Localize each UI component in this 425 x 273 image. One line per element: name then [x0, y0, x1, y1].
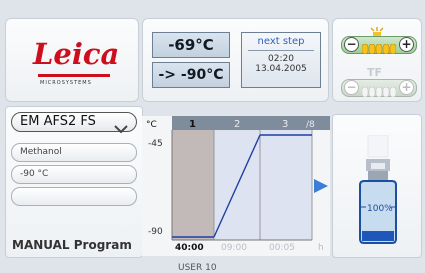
medium-field[interactable]: Methanol	[11, 143, 137, 162]
next-step-time: 02:20	[268, 54, 294, 64]
next-step-label: next step	[257, 36, 305, 47]
step-2-label: 2	[234, 119, 240, 130]
empty-field[interactable]	[11, 187, 137, 206]
bottle-icon	[355, 134, 401, 257]
step-3-duration: 00:05	[269, 243, 295, 253]
tf-label: TF	[367, 66, 383, 79]
chevron-down-icon	[114, 118, 128, 137]
temperature-panel: -69°C -> -90°C next step 02:20 13.04.200…	[142, 18, 329, 102]
leica-logo-subtitle: MICROSYSTEMS	[40, 80, 92, 86]
time-unit-label: h	[318, 243, 324, 253]
tf-increase-button[interactable]: +	[399, 80, 414, 95]
step-1-duration: 40:00	[175, 243, 204, 253]
light-control-panel: − + TF − +	[332, 18, 422, 102]
step-1-label: 1	[189, 119, 196, 130]
program-info-panel: EM AFS2 FS Methanol -90 °C MANUAL Progra…	[5, 106, 143, 258]
device-model-label: EM AFS2 FS	[20, 114, 96, 129]
logo-panel: Leica MICROSYSTEMS	[5, 18, 139, 102]
tf-level-indicator	[361, 82, 397, 101]
next-step-date: 13.04.2005	[255, 64, 307, 74]
tf-decrease-button[interactable]: −	[344, 80, 359, 95]
target-temperature: -> -90°C	[152, 62, 230, 88]
lamp-icon	[369, 22, 385, 37]
reservoir-panel: 100%	[332, 114, 422, 258]
leica-logo-underline	[38, 74, 110, 77]
current-temperature: -69°C	[152, 32, 230, 58]
light-increase-button[interactable]: +	[399, 37, 414, 52]
y-axis-top-label: -45	[148, 139, 163, 149]
y-axis-bottom-label: -90	[148, 227, 163, 237]
next-step-box[interactable]: next step 02:20 13.04.2005	[241, 32, 321, 88]
chart-unit-label: °C	[146, 120, 157, 130]
leica-logo: Leica	[33, 37, 120, 71]
next-step-divider	[248, 50, 314, 51]
light-level-indicator	[361, 39, 397, 58]
temperature-field[interactable]: -90 °C	[11, 165, 137, 184]
reservoir-level: 100%	[367, 204, 393, 214]
step-total-label: /8	[306, 120, 315, 130]
step-2-duration: 09:00	[221, 243, 247, 253]
mode-label: MANUAL Program	[12, 238, 132, 252]
device-model-select[interactable]: EM AFS2 FS	[11, 112, 137, 134]
step-3-label: 3	[282, 119, 288, 130]
light-decrease-button[interactable]: −	[344, 37, 359, 52]
program-chart[interactable]: °C 1 2 3 /8 -45 -90 40:00 09:00 00:05 h	[142, 116, 330, 256]
